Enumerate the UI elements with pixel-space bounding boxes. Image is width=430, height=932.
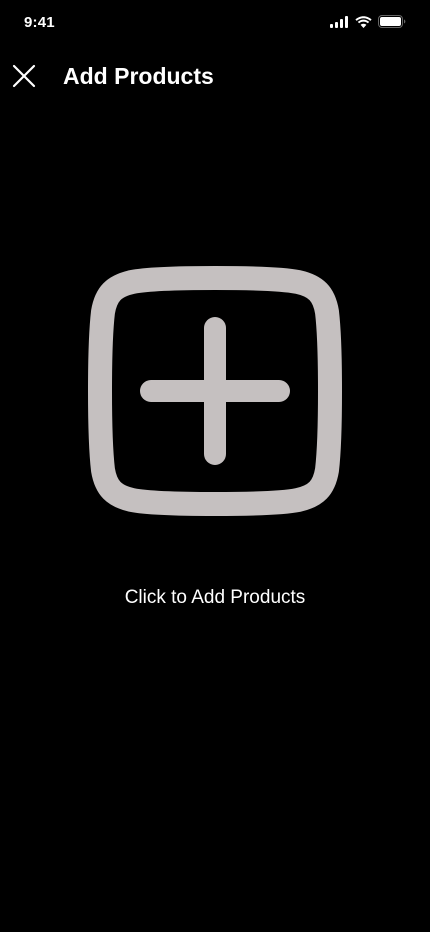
wifi-icon [355,15,372,28]
add-products-label[interactable]: Click to Add Products [0,586,430,610]
close-icon [12,64,36,88]
status-bar: 9:41 [0,0,430,48]
header: Add Products [0,52,430,100]
cellular-signal-icon [330,15,348,28]
plus-square-icon [88,266,342,516]
close-button[interactable] [8,60,40,92]
battery-icon [378,15,406,28]
page-title: Add Products [63,63,214,89]
add-products-button[interactable] [88,264,342,518]
status-icons [330,15,406,28]
status-time: 9:41 [24,14,55,31]
